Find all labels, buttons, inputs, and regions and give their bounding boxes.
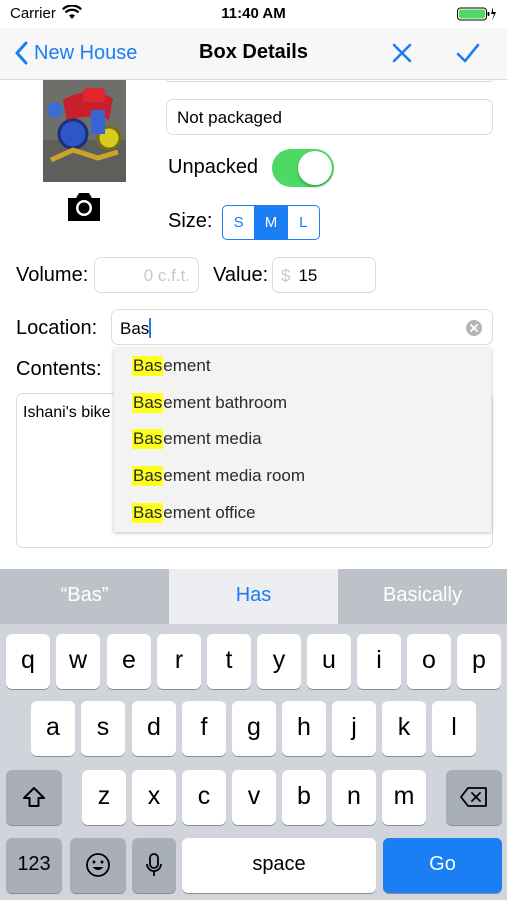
emoji-icon: [86, 853, 110, 878]
unpacked-label: Unpacked: [168, 156, 259, 178]
size-segmented-control: S M L: [222, 205, 320, 240]
suggestion-rest: ement office: [163, 502, 256, 522]
delete-key[interactable]: [446, 770, 502, 825]
suggestion-match: Bas: [132, 466, 164, 487]
contents-label: Contents:: [16, 358, 102, 380]
close-icon[interactable]: [388, 39, 416, 67]
keyboard: “Bas” Has Basically q w e r t y u i o p …: [0, 569, 507, 900]
toggle-knob: [298, 151, 332, 185]
key-j[interactable]: j: [332, 701, 376, 756]
location-label: Location:: [16, 317, 98, 339]
value-label: Value:: [213, 264, 269, 286]
key-f[interactable]: f: [182, 701, 226, 756]
unpacked-toggle[interactable]: [272, 149, 334, 187]
text-cursor: [149, 318, 152, 338]
key-c[interactable]: c: [182, 770, 226, 825]
suggestion-item[interactable]: Bas ement: [114, 348, 491, 385]
numbers-key[interactable]: 123: [6, 838, 62, 893]
tricycle-photo-image: [43, 80, 126, 182]
volume-label: Volume:: [16, 264, 89, 286]
key-k[interactable]: k: [382, 701, 426, 756]
page-title: Box Details: [199, 41, 308, 63]
checkmark-icon[interactable]: [454, 39, 482, 67]
status-bar: Carrier 11:40 AM: [0, 0, 507, 28]
key-h[interactable]: h: [282, 701, 326, 756]
key-m[interactable]: m: [382, 770, 426, 825]
shift-icon: [23, 787, 45, 808]
key-q[interactable]: q: [6, 634, 50, 689]
suggestion-item[interactable]: Bas ement bathroom: [114, 385, 491, 422]
suggestion-match: Bas: [132, 429, 164, 450]
key-d[interactable]: d: [132, 701, 176, 756]
suggestion-match: Bas: [132, 356, 164, 377]
dictation-key[interactable]: [132, 838, 176, 893]
prediction-2[interactable]: Has: [169, 569, 338, 624]
emoji-key[interactable]: [70, 838, 126, 893]
key-i[interactable]: i: [357, 634, 401, 689]
key-w[interactable]: w: [56, 634, 100, 689]
size-option-l[interactable]: L: [288, 206, 319, 239]
previous-field-edge: [166, 79, 493, 82]
size-label: Size:: [168, 210, 213, 232]
location-suggestions: Bas ement Bas ement bathroom Bas ement medi…: [114, 348, 491, 532]
key-a[interactable]: a: [31, 701, 75, 756]
microphone-icon: [146, 853, 162, 877]
currency-symbol: $: [281, 266, 291, 285]
key-z[interactable]: z: [82, 770, 126, 825]
go-key[interactable]: Go: [383, 838, 502, 893]
suggestion-rest: ement media: [163, 429, 262, 449]
size-option-s[interactable]: S: [223, 206, 256, 239]
key-b[interactable]: b: [282, 770, 326, 825]
key-u[interactable]: u: [307, 634, 351, 689]
key-t[interactable]: t: [207, 634, 251, 689]
space-key[interactable]: space: [182, 838, 376, 893]
key-e[interactable]: e: [107, 634, 151, 689]
suggestion-rest: ement media room: [163, 466, 306, 486]
clear-text-icon[interactable]: [465, 319, 483, 337]
key-n[interactable]: n: [332, 770, 376, 825]
size-option-m[interactable]: M: [255, 206, 288, 239]
key-g[interactable]: g: [232, 701, 276, 756]
suggestion-rest: ement bathroom: [163, 392, 288, 412]
key-s[interactable]: s: [81, 701, 125, 756]
shift-key[interactable]: [6, 770, 62, 825]
key-l[interactable]: l: [432, 701, 476, 756]
suggestion-match: Bas: [132, 392, 164, 413]
key-o[interactable]: o: [407, 634, 451, 689]
value-field[interactable]: $15: [272, 257, 376, 293]
suggestion-item[interactable]: Bas ement media: [114, 421, 491, 458]
location-value: Bas: [120, 319, 150, 338]
location-input[interactable]: Bas: [111, 309, 493, 345]
prediction-1[interactable]: “Bas”: [0, 569, 169, 624]
value-amount: 15: [298, 266, 318, 285]
camera-icon[interactable]: [65, 188, 103, 224]
volume-placeholder: 0 c.f.t.: [143, 266, 190, 285]
suggestion-match: Bas: [132, 502, 164, 523]
predictive-bar: “Bas” Has Basically: [0, 569, 507, 624]
navigation-bar: New House Box Details: [0, 28, 507, 80]
packing-status-field[interactable]: Not packaged: [166, 99, 493, 135]
key-r[interactable]: r: [157, 634, 201, 689]
key-y[interactable]: y: [257, 634, 301, 689]
backspace-icon: [460, 787, 487, 808]
key-p[interactable]: p: [457, 634, 501, 689]
key-x[interactable]: x: [132, 770, 176, 825]
box-photo[interactable]: [43, 80, 126, 182]
prediction-3[interactable]: Basically: [338, 569, 507, 624]
suggestion-item[interactable]: Bas ement office: [114, 494, 491, 531]
battery-icon: [457, 7, 496, 21]
volume-field[interactable]: 0 c.f.t.: [94, 257, 199, 293]
suggestion-item[interactable]: Bas ement media room: [114, 458, 491, 495]
suggestion-rest: ement: [163, 356, 211, 376]
status-time: 11:40 AM: [221, 5, 286, 22]
key-v[interactable]: v: [232, 770, 276, 825]
